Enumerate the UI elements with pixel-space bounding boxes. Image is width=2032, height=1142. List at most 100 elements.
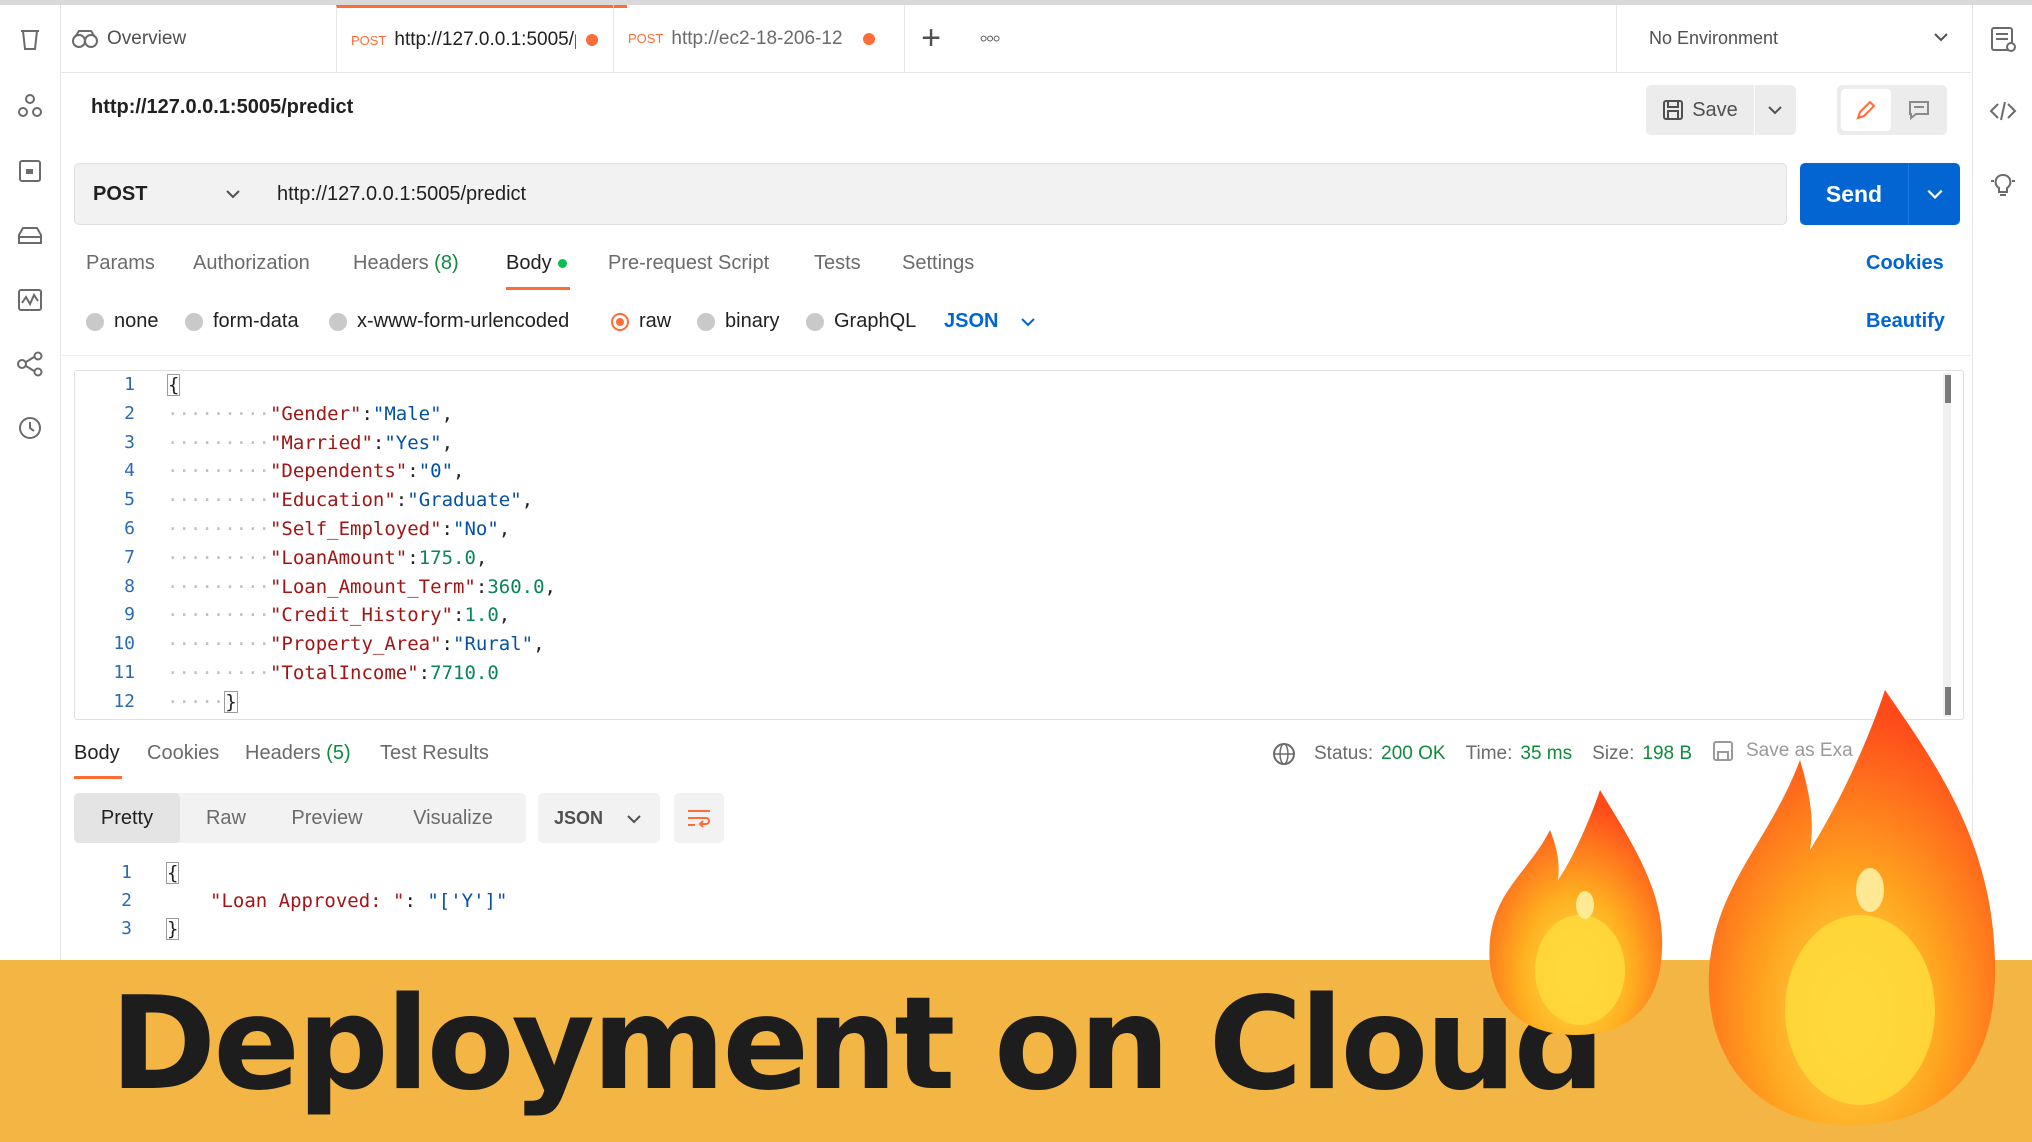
close-brace: ·····}	[167, 690, 238, 713]
flows-icon[interactable]	[15, 349, 45, 379]
tab-params[interactable]: Params	[86, 252, 155, 275]
radio-raw[interactable]: raw	[611, 310, 671, 333]
scrollbar-track[interactable]	[1943, 373, 1951, 717]
json-key: "Gender"	[269, 402, 362, 425]
code-icon[interactable]	[1987, 95, 2019, 127]
body-editor[interactable]: 1 2 3 4 5 6 7 8 9 10 11 12 {·········"Gender":"Male…	[74, 370, 1964, 720]
status-value[interactable]: 200 OK	[1381, 743, 1445, 765]
response-tab-headers[interactable]: Headers (5)	[245, 742, 351, 765]
time-value[interactable]: 35 ms	[1520, 743, 1572, 765]
radio-form-data[interactable]: form-data	[185, 310, 299, 333]
response-tab-cookies[interactable]: Cookies	[147, 742, 219, 765]
unsaved-dot	[863, 32, 876, 45]
lightbulb-icon[interactable]	[1987, 169, 2019, 201]
comma: ,	[441, 402, 454, 425]
active-tab-underline	[506, 287, 570, 290]
send-options-button[interactable]	[1909, 163, 1960, 225]
headers-count: (8)	[434, 252, 459, 274]
radio-raw-label: raw	[639, 310, 672, 332]
tab-settings[interactable]: Settings	[902, 252, 974, 275]
tab-prerequest-script[interactable]: Pre-request Script	[608, 252, 769, 275]
code-area[interactable]: {·········"Gender":"Male", ·········"Marr…	[167, 371, 1867, 719]
scrollbar-thumb[interactable]	[1945, 375, 1951, 403]
radio-binary[interactable]: binary	[697, 310, 779, 333]
body-format-select[interactable]: JSON	[944, 310, 1036, 333]
request-title[interactable]: http://127.0.0.1:5005/predict	[91, 96, 353, 119]
json-value: "Graduate"	[407, 489, 522, 512]
environment-quick-look-icon[interactable]	[1987, 23, 2019, 55]
tab-headers[interactable]: Headers (8)	[353, 252, 459, 275]
radio-button	[329, 312, 347, 331]
send-button-group: Send	[1800, 163, 1960, 225]
line-number: 3	[124, 431, 135, 453]
url-input[interactable]: http://127.0.0.1:5005/predict	[259, 163, 1787, 225]
radio-button	[697, 312, 715, 331]
response-tab-body[interactable]: Body	[74, 742, 120, 765]
url-value: http://127.0.0.1:5005/predict	[277, 182, 527, 205]
response-body[interactable]: 1 2 3 { "Loan Approved: ": "['Y']" }	[74, 862, 1274, 952]
view-preview[interactable]: Preview	[272, 793, 382, 843]
response-headers-count: (5)	[326, 742, 351, 764]
monitors-icon[interactable]	[15, 285, 45, 315]
apis-icon[interactable]	[15, 91, 45, 121]
chevron-down-icon	[1934, 33, 1948, 42]
radio-form-data-label: form-data	[213, 310, 299, 332]
mock-servers-icon[interactable]	[15, 221, 45, 251]
method-select[interactable]: POST	[74, 163, 260, 225]
comma: ,	[498, 518, 511, 540]
view-visualize[interactable]: Visualize	[388, 793, 518, 843]
send-button[interactable]: Send	[1800, 163, 1908, 225]
colon: :	[395, 489, 408, 512]
code-line: ·········"Credit_History":1.0,	[167, 604, 510, 626]
more-tabs-icon[interactable]: ◦◦◦	[967, 17, 1011, 61]
radio-graphql[interactable]: GraphQL	[806, 310, 916, 333]
view-pretty[interactable]: Pretty	[74, 793, 180, 843]
flame-icon-large	[1708, 690, 1996, 1125]
response-format-select[interactable]: JSON	[538, 793, 660, 843]
globe-icon[interactable]	[1272, 742, 1296, 766]
radio-none[interactable]: none	[86, 310, 159, 333]
save-button[interactable]: Save	[1646, 85, 1755, 135]
response-tab-test-results[interactable]: Test Results	[380, 742, 489, 765]
wrap-lines-button[interactable]	[674, 793, 724, 843]
tab-request-active[interactable]: POST http://127.0.0.1:5005/predict	[336, 5, 627, 72]
tab-tests[interactable]: Tests	[814, 252, 861, 275]
divider	[61, 355, 1971, 356]
json-key: "Property_Area"	[269, 633, 442, 656]
comments-button[interactable]	[1895, 89, 1943, 131]
response-view-toggle: Pretty Raw Preview Visualize	[74, 793, 526, 843]
radio-none-label: none	[114, 310, 159, 332]
response-status-bar: Status: 200 OK Time: 35 ms Size: 198 B	[1272, 742, 1712, 766]
colon: :	[452, 604, 465, 627]
save-options-button[interactable]	[1754, 85, 1796, 135]
view-raw[interactable]: Raw	[186, 793, 266, 843]
comma: ,	[544, 575, 556, 598]
time-label: Time:	[1465, 743, 1513, 764]
code-line: ·········"Gender":"Male",	[167, 403, 453, 425]
json-key: "Dependents"	[269, 460, 408, 483]
size-value[interactable]: 198 B	[1642, 743, 1692, 765]
tab-overview-label: Overview	[107, 27, 187, 49]
open-brace: {	[166, 862, 180, 884]
tab-authorization[interactable]: Authorization	[193, 252, 310, 275]
radio-urlencoded[interactable]: x-www-form-urlencoded	[329, 310, 569, 333]
indent-guide: ·········	[167, 546, 270, 569]
tab-bar: Overview POST http://127.0.0.1:5005/pred…	[61, 5, 1971, 73]
tab-overview[interactable]: Overview	[71, 5, 336, 72]
tab-body[interactable]: Body	[506, 252, 567, 275]
environments-icon[interactable]	[15, 156, 45, 186]
history-icon[interactable]	[15, 413, 45, 443]
edit-button[interactable]	[1841, 89, 1891, 131]
trash-icon[interactable]	[15, 25, 45, 55]
environment-selector[interactable]: No Environment	[1616, 5, 1971, 72]
tab-method: POST	[351, 32, 387, 48]
radio-button-selected	[611, 312, 629, 331]
tab-request[interactable]: POST http://ec2-18-206-12	[613, 5, 905, 72]
beautify-link[interactable]: Beautify	[1866, 310, 1945, 333]
code-line: ·········"Dependents":"0",	[167, 460, 464, 482]
cookies-link[interactable]: Cookies	[1866, 252, 1944, 275]
flame-icon-small	[1489, 790, 1663, 1035]
open-brace: {	[167, 374, 181, 396]
radio-graphql-label: GraphQL	[834, 310, 917, 332]
new-tab-plus-icon[interactable]: +	[909, 17, 953, 61]
